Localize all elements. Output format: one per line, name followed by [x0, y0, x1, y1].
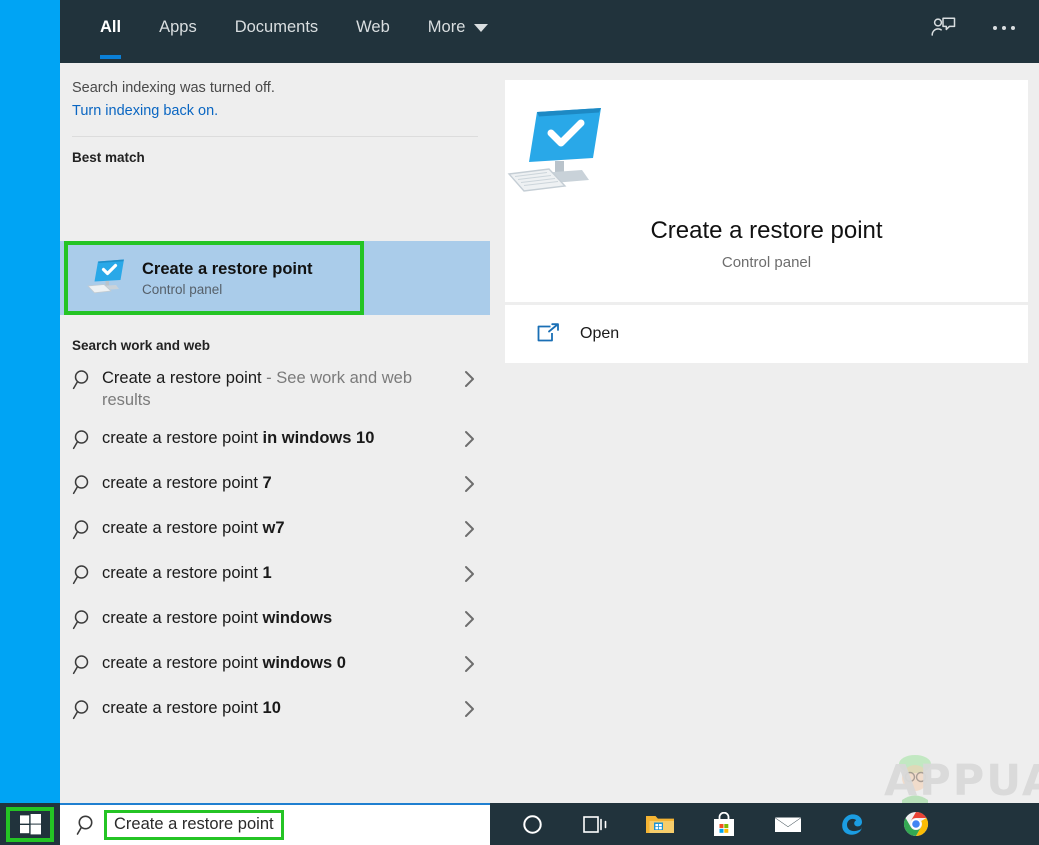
suggestion-row[interactable]: create a restore point windows 0 [60, 644, 490, 689]
suggestion-row[interactable]: create a restore point w7 [60, 509, 490, 554]
suggestion-suffix: 1 [262, 563, 272, 582]
suggestion-prefix: create a restore point [102, 698, 263, 717]
ellipsis-icon[interactable] [987, 11, 1021, 45]
file-explorer-icon[interactable] [628, 803, 692, 845]
chevron-right-icon[interactable] [458, 471, 480, 498]
edge-browser-icon[interactable] [820, 803, 884, 845]
suggestion-row[interactable]: create a restore point 7 [60, 464, 490, 509]
chevron-right-icon[interactable] [458, 651, 480, 678]
search-icon [72, 696, 102, 726]
feedback-person-icon[interactable] [927, 11, 961, 45]
suggestion-row[interactable]: create a restore point 1 [60, 554, 490, 599]
taskbar-search-box[interactable]: Create a restore point [60, 803, 490, 845]
suggestion-prefix: create a restore point [102, 653, 263, 672]
tab-apps[interactable]: Apps [140, 0, 216, 55]
cortana-circle-icon[interactable] [500, 803, 564, 845]
suggestion-suffix: windows [262, 608, 333, 627]
indexing-notice: Search indexing was turned off. Turn ind… [60, 63, 490, 137]
suggestion-suffix: w7 [262, 518, 285, 537]
best-match-text: Create a restore point Control panel [142, 259, 313, 298]
search-flyout-panel: All Apps Documents Web More Search index… [60, 0, 1039, 810]
suggestion-prefix: create a restore point [102, 428, 263, 447]
suggestion-label: create a restore point 10 [102, 696, 458, 719]
search-tabbar: All Apps Documents Web More [60, 0, 1039, 63]
suggestion-label: create a restore point w7 [102, 516, 458, 539]
best-match-result[interactable]: Create a restore point Control panel [64, 241, 364, 315]
tab-web[interactable]: Web [337, 0, 409, 55]
web-group-header: Search work and web [72, 338, 211, 353]
chevron-right-icon[interactable] [458, 426, 480, 453]
search-icon [72, 651, 102, 681]
external-link-icon [537, 323, 559, 342]
preview-subtitle: Control panel [721, 254, 812, 271]
best-match-title: Create a restore point [142, 259, 313, 278]
task-view-icon[interactable] [564, 803, 628, 845]
preview-actions: Open [505, 305, 1028, 363]
search-icon [72, 561, 102, 591]
search-input[interactable]: Create a restore point [114, 815, 274, 833]
search-input-annotation: Create a restore point [104, 810, 284, 840]
appuals-watermark: APPUALS [884, 756, 1039, 806]
chevron-right-icon[interactable] [458, 366, 480, 393]
turn-indexing-on-link[interactable]: Turn indexing back on. [72, 103, 478, 119]
suggestion-suffix: 10 [262, 698, 281, 717]
tab-more[interactable]: More [409, 0, 508, 55]
restore-point-monitor-icon [87, 259, 124, 294]
start-button-annotation [6, 807, 54, 842]
suggestion-suffix: 7 [262, 473, 272, 492]
suggestion-label: create a restore point 1 [102, 561, 458, 584]
tab-documents[interactable]: Documents [216, 0, 337, 55]
suggestion-suffix: in windows 10 [262, 428, 375, 447]
tab-all[interactable]: All [81, 0, 140, 59]
preview-card: Create a restore point Control panel [505, 80, 1028, 302]
search-icon [72, 606, 102, 636]
chrome-browser-icon[interactable] [884, 803, 948, 845]
preview-title: Create a restore point [650, 217, 883, 244]
suggestion-label: create a restore point windows 0 [102, 651, 458, 674]
suggestion-prefix: create a restore point [102, 518, 263, 537]
indexing-notice-text: Search indexing was turned off. [72, 80, 275, 96]
suggestion-label: Create a restore point - See work and we… [102, 366, 458, 412]
search-icon [72, 366, 102, 396]
chevron-right-icon[interactable] [458, 516, 480, 543]
tab-apps-label: Apps [159, 18, 197, 36]
search-icon [76, 815, 93, 835]
best-match-group-header: Best match [72, 150, 145, 165]
taskbar-icons [500, 803, 948, 845]
taskbar: Create a restore point [0, 803, 1039, 845]
suggestion-prefix: create a restore point [102, 608, 263, 627]
suggestion-suffix: windows 0 [262, 653, 346, 672]
suggestion-prefix: create a restore point [102, 473, 263, 492]
open-button[interactable]: Open [580, 325, 619, 343]
tab-list: All Apps Documents Web More [60, 0, 508, 59]
suggestion-row[interactable]: create a restore point in windows 10 [60, 419, 490, 464]
best-match-subtitle: Control panel [142, 282, 223, 298]
suggestion-label: create a restore point 7 [102, 471, 458, 494]
chevron-down-icon [474, 23, 489, 32]
search-icon [72, 471, 102, 501]
suggestion-list: Create a restore point - See work and we… [60, 359, 490, 734]
suggestion-row[interactable]: create a restore point windows [60, 599, 490, 644]
suggestion-label: create a restore point in windows 10 [102, 426, 458, 449]
search-icon [72, 426, 102, 456]
chevron-right-icon[interactable] [458, 561, 480, 588]
suggestion-prefix: Create a restore point [102, 369, 262, 387]
microsoft-store-icon[interactable] [692, 803, 756, 845]
header-actions [927, 0, 1039, 55]
restore-point-monitor-icon [507, 108, 601, 192]
mail-icon[interactable] [756, 803, 820, 845]
suggestion-row[interactable]: create a restore point 10 [60, 689, 490, 734]
suggestion-prefix: create a restore point [102, 563, 263, 582]
tab-all-label: All [100, 18, 122, 36]
results-column: Search indexing was turned off. Turn ind… [60, 63, 490, 803]
chevron-right-icon[interactable] [458, 696, 480, 723]
tab-documents-label: Documents [234, 18, 319, 36]
tab-web-label: Web [356, 18, 390, 36]
search-icon [72, 516, 102, 546]
tab-more-label: More [427, 18, 466, 36]
suggestion-label: create a restore point windows [102, 606, 458, 629]
suggestion-row[interactable]: Create a restore point - See work and we… [60, 359, 490, 419]
chevron-right-icon[interactable] [458, 606, 480, 633]
start-button[interactable] [0, 803, 60, 845]
